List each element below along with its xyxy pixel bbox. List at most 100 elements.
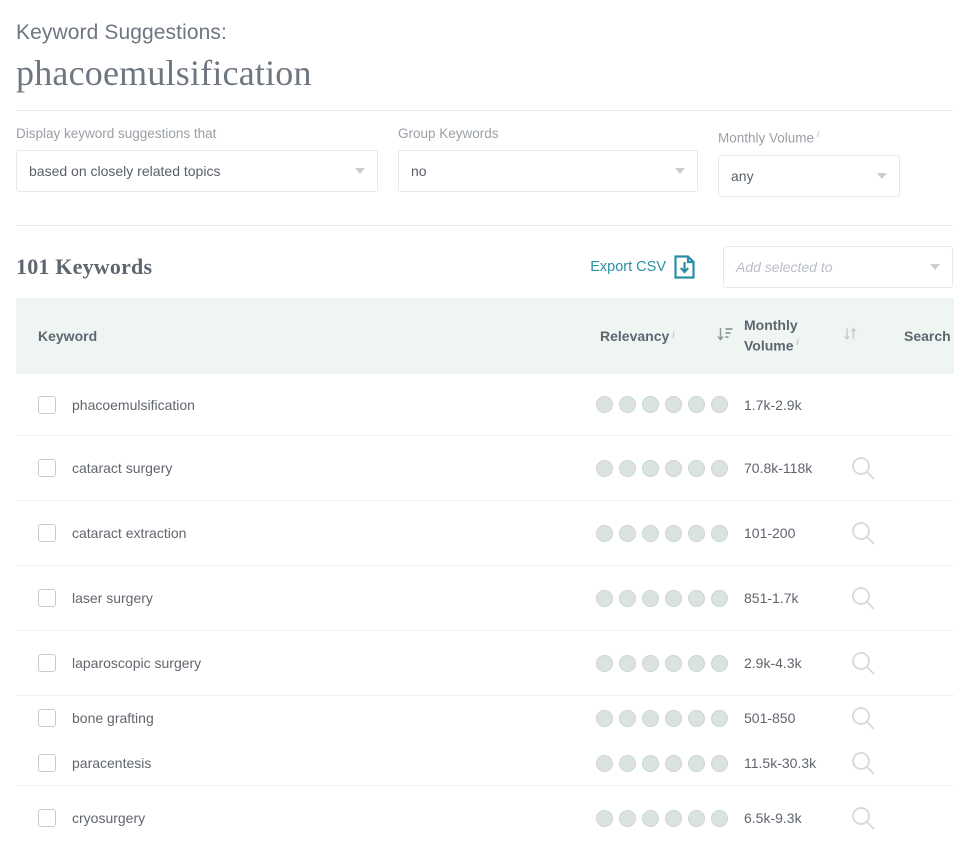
relevancy-dot bbox=[642, 809, 659, 827]
export-csv-button[interactable]: Export CSV bbox=[590, 254, 695, 279]
download-icon bbox=[674, 254, 695, 279]
row-search-cell bbox=[844, 805, 904, 831]
info-icon[interactable]: i bbox=[672, 330, 674, 341]
info-icon[interactable]: i bbox=[817, 129, 819, 139]
row-checkbox[interactable] bbox=[38, 589, 56, 607]
monthly-volume-select[interactable]: any bbox=[718, 154, 900, 197]
row-checkbox[interactable] bbox=[38, 754, 56, 772]
sort-volume-button[interactable] bbox=[818, 326, 884, 345]
keyword-count: 101 Keywords bbox=[16, 253, 153, 279]
search-icon[interactable] bbox=[850, 585, 876, 611]
row-monthly-volume: 70.8k-118k bbox=[744, 460, 813, 476]
relevancy-dot bbox=[619, 809, 636, 827]
relevancy-dot bbox=[688, 396, 705, 413]
row-checkbox[interactable] bbox=[38, 459, 56, 477]
filter-display-suggestions: Display keyword suggestions that based o… bbox=[16, 125, 378, 197]
info-icon[interactable]: i bbox=[797, 337, 799, 348]
row-search-cell bbox=[844, 650, 904, 676]
row-checkbox-cell bbox=[16, 524, 72, 542]
row-monthly-volume: 101-200 bbox=[744, 525, 796, 541]
row-keyword[interactable]: cataract surgery bbox=[72, 460, 586, 476]
table-row[interactable]: cryosurgery 6.5k-9.3k bbox=[16, 786, 954, 851]
relevancy-dot bbox=[711, 396, 728, 413]
search-icon[interactable] bbox=[850, 455, 876, 481]
page-eyebrow: Keyword Suggestions: bbox=[16, 21, 227, 44]
relevancy-rating bbox=[586, 396, 744, 413]
row-monthly-volume: 1.7k-2.9k bbox=[744, 396, 802, 413]
relevancy-dot bbox=[711, 754, 728, 772]
sort-updown-icon bbox=[843, 326, 859, 345]
row-checkbox[interactable] bbox=[38, 395, 56, 414]
relevancy-dot bbox=[711, 524, 728, 542]
relevancy-dot bbox=[642, 459, 659, 477]
row-checkbox-cell bbox=[16, 395, 72, 414]
relevancy-dot bbox=[596, 754, 613, 772]
relevancy-dot bbox=[665, 809, 682, 827]
row-monthly-volume: 11.5k-30.3k bbox=[744, 755, 817, 771]
search-icon[interactable] bbox=[850, 650, 876, 676]
chevron-down-icon bbox=[675, 168, 685, 174]
row-checkbox[interactable] bbox=[38, 709, 56, 727]
relevancy-dot bbox=[619, 589, 636, 607]
column-header-monthly-volume[interactable]: Monthly Volume i bbox=[744, 317, 818, 355]
group-keywords-select[interactable]: no bbox=[398, 150, 698, 192]
column-header-keyword[interactable]: Keyword bbox=[16, 328, 586, 344]
row-checkbox-cell bbox=[16, 459, 72, 477]
relevancy-dot bbox=[688, 709, 705, 727]
row-keyword[interactable]: paracentesis bbox=[72, 755, 586, 771]
table-row[interactable]: laparoscopic surgery 2.9k-4.3k bbox=[16, 631, 954, 696]
table-header-row: Keyword Relevancy i Monthly Volume i Sea… bbox=[16, 297, 954, 374]
relevancy-dot bbox=[711, 654, 728, 672]
page-title: phacoemulsification bbox=[16, 53, 312, 93]
row-checkbox[interactable] bbox=[38, 654, 56, 672]
display-suggestions-select[interactable]: based on closely related topics bbox=[16, 150, 378, 192]
display-suggestions-value: based on closely related topics bbox=[29, 163, 221, 179]
column-header-relevancy-label: Relevancy bbox=[600, 327, 670, 344]
relevancy-dot bbox=[596, 809, 613, 827]
relevancy-dot bbox=[596, 459, 613, 477]
row-keyword[interactable]: laparoscopic surgery bbox=[72, 655, 586, 671]
row-keyword[interactable]: bone grafting bbox=[72, 710, 586, 726]
relevancy-dot bbox=[642, 709, 659, 727]
row-search-cell bbox=[844, 520, 904, 546]
search-icon[interactable] bbox=[850, 750, 876, 776]
relevancy-dot bbox=[711, 809, 728, 827]
column-header-volume-line2: Volume bbox=[744, 337, 794, 354]
row-keyword[interactable]: phacoemulsification bbox=[72, 397, 586, 413]
relevancy-dot bbox=[596, 709, 613, 727]
row-checkbox-cell bbox=[16, 754, 72, 772]
table-row[interactable]: cataract surgery 70.8k-118k bbox=[16, 436, 954, 501]
table-row[interactable]: paracentesis 11.5k-30.3k bbox=[16, 741, 954, 786]
row-checkbox[interactable] bbox=[38, 809, 56, 827]
relevancy-rating bbox=[586, 589, 744, 607]
column-header-search[interactable]: Search bbox=[884, 328, 951, 344]
table-row[interactable]: phacoemulsification 1.7k-2.9k bbox=[16, 374, 954, 436]
search-icon[interactable] bbox=[850, 705, 876, 731]
add-selected-to-select[interactable]: Add selected to bbox=[723, 245, 953, 288]
relevancy-rating bbox=[586, 459, 744, 477]
row-keyword[interactable]: cryosurgery bbox=[72, 810, 586, 826]
row-search-cell bbox=[844, 705, 904, 731]
search-icon[interactable] bbox=[850, 805, 876, 831]
table-row[interactable]: cataract extraction 101-200 bbox=[16, 501, 954, 566]
row-monthly-volume: 2.9k-4.3k bbox=[744, 655, 802, 671]
relevancy-dot bbox=[642, 524, 659, 542]
filter-group-keywords: Group Keywords no bbox=[398, 125, 698, 197]
table-row[interactable]: laser surgery 851-1.7k bbox=[16, 566, 954, 631]
group-keywords-value: no bbox=[411, 163, 427, 179]
table-body: phacoemulsification 1.7k-2.9k cataract sur… bbox=[16, 374, 954, 851]
row-keyword[interactable]: cataract extraction bbox=[72, 525, 586, 541]
relevancy-dot bbox=[665, 459, 682, 477]
sort-relevancy-button[interactable] bbox=[706, 326, 744, 346]
row-monthly-volume: 501-850 bbox=[744, 710, 796, 726]
relevancy-dot bbox=[688, 754, 705, 772]
filter-label-group: Group Keywords bbox=[398, 126, 499, 141]
row-checkbox[interactable] bbox=[38, 524, 56, 542]
search-icon[interactable] bbox=[850, 520, 876, 546]
table-row[interactable]: bone grafting 501-850 bbox=[16, 696, 954, 741]
relevancy-rating bbox=[586, 524, 744, 542]
row-keyword[interactable]: laser surgery bbox=[72, 590, 586, 606]
column-header-relevancy[interactable]: Relevancy i bbox=[586, 328, 706, 344]
relevancy-rating bbox=[586, 709, 744, 727]
relevancy-dot bbox=[688, 459, 705, 477]
